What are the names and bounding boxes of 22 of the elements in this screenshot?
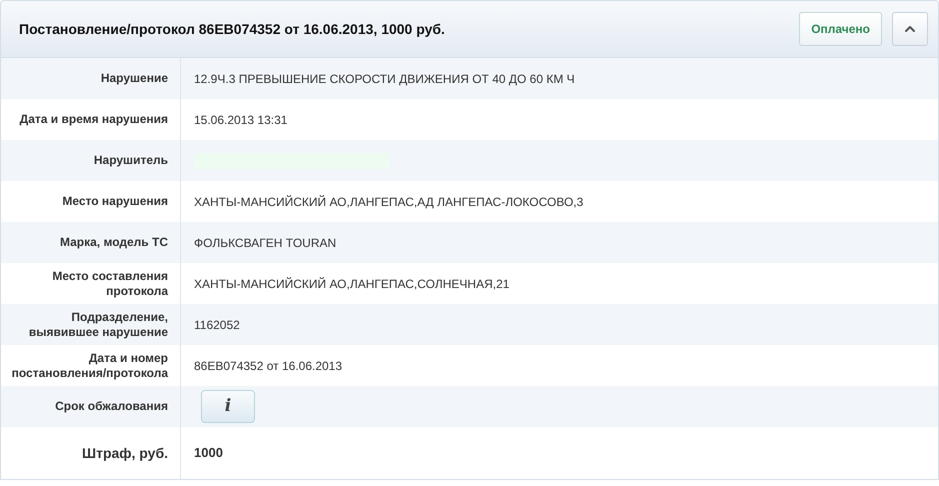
- info-button[interactable]: i: [201, 390, 255, 423]
- fine-amount: 1000: [194, 444, 223, 462]
- field-label: Дата и номер постановления/протокола: [10, 350, 168, 380]
- paid-status-button[interactable]: Оплачено: [799, 12, 882, 46]
- field-value: ХАНТЫ-МАНСИЙСКИЙ АО,ЛАНГЕПАС,СОЛНЕЧНАЯ,21: [194, 276, 510, 292]
- field-value: 1162052: [194, 316, 240, 334]
- panel-title: Постановление/протокол 86ЕВ074352 от 16.06.2013, 1000 руб.: [19, 20, 446, 39]
- field-value: 86ЕВ074352 от 16.06.2013: [194, 358, 342, 374]
- field-label: Дата и время нарушения: [20, 112, 168, 127]
- field-value: 15.06.2013 13:31: [194, 112, 288, 128]
- field-value: 12.9Ч.3 ПРЕВЫШЕНИЕ СКОРОСТИ ДВИЖЕНИЯ ОТ 40 ДО 60 КМ Ч: [194, 70, 575, 88]
- field-label: Место нарушения: [62, 194, 168, 209]
- field-label: Подразделение, выявившее нарушение: [28, 310, 168, 340]
- field-label: Штраф, руб.: [82, 446, 168, 460]
- field-label: Марка, модель ТС: [60, 235, 168, 250]
- field-value: ФОЛЬКСВАГЕН TOURAN: [194, 234, 336, 252]
- field-label: Срок обжалования: [55, 399, 168, 414]
- field-label: Место составления протокола: [51, 268, 168, 298]
- collapse-button[interactable]: [892, 12, 928, 46]
- field-value: ХАНТЫ-МАНСИЙСКИЙ АО,ЛАНГЕПАС,АД ЛАНГЕПАС-ЛОКОСОВО,3: [194, 194, 584, 210]
- field-label: Нарушение: [100, 71, 168, 86]
- field-label: Нарушитель: [94, 153, 168, 168]
